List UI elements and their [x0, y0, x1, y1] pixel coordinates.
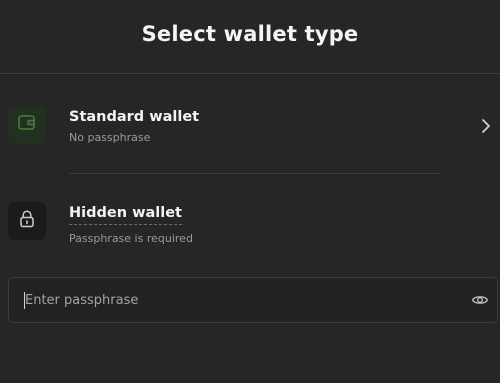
hidden-wallet-icon-box: [8, 202, 46, 240]
passphrase-field: [8, 277, 498, 323]
eye-icon[interactable]: [471, 291, 489, 309]
hidden-wallet-subtitle: Passphrase is required: [69, 232, 193, 245]
standard-wallet-subtitle: No passphrase: [69, 131, 151, 144]
hidden-wallet-title: Hidden wallet: [69, 205, 182, 225]
page-title: Select wallet type: [141, 21, 359, 46]
lock-icon: [18, 209, 36, 233]
hidden-wallet-option[interactable]: Hidden wallet Passphrase is required: [0, 196, 500, 256]
select-wallet-type-screen: Select wallet type Standard wallet No pa…: [0, 0, 500, 383]
options-divider: [69, 173, 441, 174]
standard-wallet-title: Standard wallet: [69, 109, 200, 125]
passphrase-input[interactable]: [9, 278, 449, 322]
wallet-icon: [17, 114, 37, 136]
chevron-right-icon: [478, 116, 494, 136]
text-cursor: [24, 292, 25, 309]
header-divider: [0, 73, 500, 74]
standard-wallet-icon-box: [8, 106, 46, 144]
header: Select wallet type: [0, 0, 500, 73]
standard-wallet-option[interactable]: Standard wallet No passphrase: [0, 100, 500, 152]
